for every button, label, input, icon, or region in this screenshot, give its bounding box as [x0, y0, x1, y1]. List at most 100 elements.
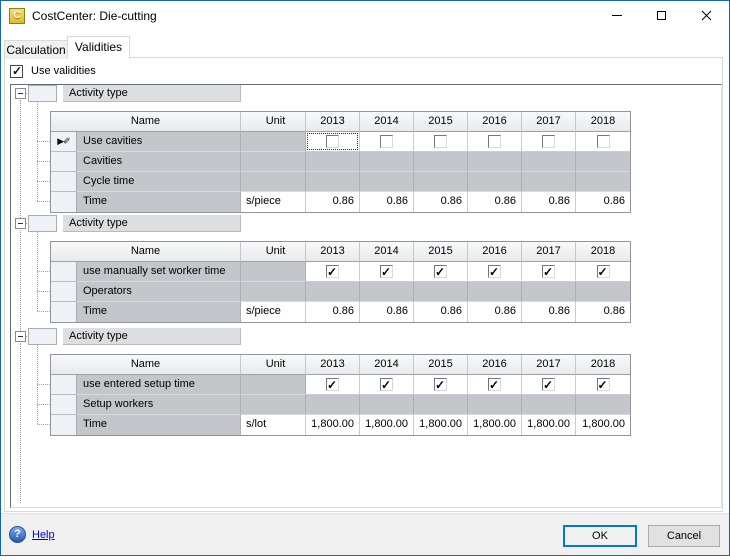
grid-checkbox[interactable]	[542, 378, 555, 391]
grid-checkbox[interactable]	[326, 135, 339, 148]
minimize-button[interactable]	[594, 1, 639, 30]
unit-cell	[241, 172, 306, 192]
value-cell[interactable]: 1,800.00	[576, 415, 630, 435]
row-selector[interactable]	[51, 282, 77, 302]
cancel-button[interactable]: Cancel	[648, 525, 720, 547]
empty-cell	[360, 395, 414, 415]
activity-table: NameUnit201320142015201620172018use ente…	[50, 354, 631, 436]
tree-line	[20, 230, 21, 331]
collapse-toggle-icon[interactable]	[15, 218, 26, 229]
row-selector[interactable]	[51, 415, 77, 435]
grid-checkbox[interactable]	[380, 135, 393, 148]
column-header-name: Name	[51, 112, 241, 132]
column-header-year: 2013	[306, 355, 360, 375]
value-cell[interactable]: 0.86	[468, 302, 522, 322]
tree-line	[20, 343, 21, 503]
value-cell[interactable]: 1,800.00	[522, 415, 576, 435]
empty-cell	[414, 395, 468, 415]
checkbox-cell	[468, 375, 522, 395]
value-cell[interactable]: 0.86	[468, 192, 522, 212]
empty-cell	[468, 395, 522, 415]
column-header-year: 2015	[414, 242, 468, 262]
row-selector[interactable]: ▶✐	[51, 132, 77, 152]
value-cell[interactable]: 1,800.00	[360, 415, 414, 435]
empty-cell	[468, 282, 522, 302]
tree-line	[37, 181, 50, 182]
row-selector[interactable]	[51, 192, 77, 212]
help: ? Help	[9, 526, 55, 543]
maximize-button[interactable]	[639, 1, 684, 30]
grid-checkbox[interactable]	[326, 265, 339, 278]
checkbox-cell	[468, 132, 522, 152]
tab-validities[interactable]: Validities	[67, 36, 130, 59]
value-cell[interactable]: 0.86	[414, 302, 468, 322]
value-cell[interactable]: 0.86	[360, 192, 414, 212]
tree-line	[37, 404, 50, 405]
table-header-row: NameUnit201320142015201620172018	[51, 355, 630, 375]
grid-checkbox[interactable]	[542, 265, 555, 278]
row-selector[interactable]	[51, 375, 77, 395]
row-selector[interactable]	[51, 152, 77, 172]
column-header-year: 2016	[468, 355, 522, 375]
empty-cell	[522, 152, 576, 172]
value-cell[interactable]: 1,800.00	[414, 415, 468, 435]
table-row: use manually set worker time	[51, 262, 630, 282]
grid-checkbox[interactable]	[488, 135, 501, 148]
unit-cell: s/piece	[241, 192, 306, 212]
grid-checkbox[interactable]	[326, 378, 339, 391]
help-link[interactable]: Help	[32, 529, 55, 541]
grid-checkbox[interactable]	[597, 135, 610, 148]
tab-calculation[interactable]: Calculation	[4, 40, 68, 59]
empty-cell	[360, 172, 414, 192]
value-cell[interactable]: 0.86	[414, 192, 468, 212]
grid-checkbox[interactable]	[488, 265, 501, 278]
grid-checkbox[interactable]	[380, 378, 393, 391]
tree-line	[37, 271, 50, 272]
grid-checkbox[interactable]	[434, 265, 447, 278]
grid-checkbox[interactable]	[434, 378, 447, 391]
table-row: Times/piece0.860.860.860.860.860.86	[51, 192, 630, 212]
empty-cell	[576, 152, 630, 172]
value-cell[interactable]: 1,800.00	[468, 415, 522, 435]
empty-cell	[306, 282, 360, 302]
app-icon: C	[9, 8, 25, 24]
value-cell[interactable]: 0.86	[306, 192, 360, 212]
row-selector[interactable]	[51, 395, 77, 415]
grid-checkbox[interactable]	[542, 135, 555, 148]
collapse-toggle-icon[interactable]	[15, 331, 26, 342]
section-row-header[interactable]	[28, 328, 57, 345]
value-cell[interactable]: 0.86	[576, 192, 630, 212]
grid-checkbox[interactable]	[380, 265, 393, 278]
section-row-header[interactable]	[28, 85, 57, 102]
grid-checkbox[interactable]	[597, 378, 610, 391]
name-cell: use manually set worker time	[77, 262, 241, 282]
name-cell: Cavities	[77, 152, 241, 172]
collapse-toggle-icon[interactable]	[15, 88, 26, 99]
checkbox-cell	[414, 132, 468, 152]
checkbox-cell	[576, 375, 630, 395]
name-cell: Time	[77, 415, 241, 435]
close-button[interactable]	[684, 1, 729, 30]
grid-checkbox[interactable]	[434, 135, 447, 148]
value-cell[interactable]: 0.86	[360, 302, 414, 322]
section-row-header[interactable]	[28, 215, 57, 232]
row-selector[interactable]	[51, 172, 77, 192]
grid-checkbox[interactable]	[488, 378, 501, 391]
value-cell[interactable]: 0.86	[522, 192, 576, 212]
value-cell[interactable]: 0.86	[576, 302, 630, 322]
empty-cell	[414, 152, 468, 172]
row-selector[interactable]	[51, 262, 77, 282]
grid-checkbox[interactable]	[597, 265, 610, 278]
value-cell[interactable]: 0.86	[522, 302, 576, 322]
value-cell[interactable]: 0.86	[306, 302, 360, 322]
section-title-bar: Activity type	[63, 85, 241, 102]
value-cell[interactable]: 1,800.00	[306, 415, 360, 435]
table-header-row: NameUnit201320142015201620172018	[51, 112, 630, 132]
empty-cell	[414, 282, 468, 302]
ok-button[interactable]: OK	[563, 525, 637, 547]
row-selector[interactable]	[51, 302, 77, 322]
use-validities-checkbox[interactable]: Use validities	[10, 63, 96, 79]
column-header-year: 2014	[360, 355, 414, 375]
table-row: Times/lot1,800.001,800.001,800.001,800.0…	[51, 415, 630, 435]
empty-cell	[522, 172, 576, 192]
